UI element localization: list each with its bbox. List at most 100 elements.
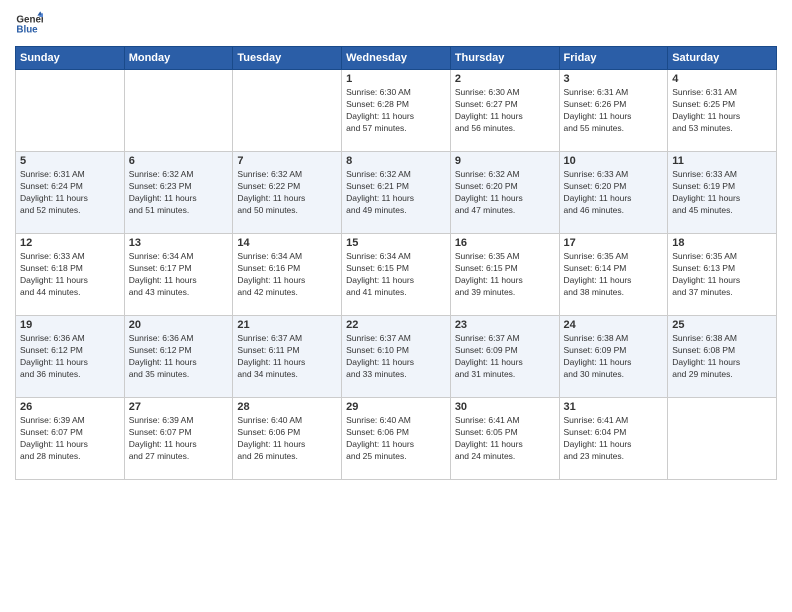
calendar-cell: 13Sunrise: 6:34 AM Sunset: 6:17 PM Dayli… — [124, 234, 233, 316]
header-day-monday: Monday — [124, 47, 233, 70]
day-number: 26 — [20, 401, 120, 413]
day-info: Sunrise: 6:38 AM Sunset: 6:09 PM Dayligh… — [564, 333, 664, 381]
day-number: 11 — [672, 155, 772, 167]
logo-icon: General Blue — [15, 10, 43, 38]
calendar-cell: 21 Sunrise: 6:37 AM Sunset: 6:11 PM Dayli… — [233, 316, 342, 398]
day-number: 23 — [455, 319, 555, 331]
day-info: Sunrise: 6:36 AM Sunset: 6:12 PM Dayligh… — [129, 333, 229, 381]
calendar-cell: 26Sunrise: 6:39 AM Sunset: 6:07 PM Dayli… — [16, 398, 125, 480]
day-number: 16 — [455, 237, 555, 249]
day-number: 8 — [346, 155, 446, 167]
day-info: Sunrise: 6:35 AM Sunset: 6:15 PM Dayligh… — [455, 251, 555, 299]
header-day-friday: Friday — [559, 47, 668, 70]
day-info: Sunrise: 6:37 AM Sunset: 6:09 PM Dayligh… — [455, 333, 555, 381]
day-number: 1 — [346, 73, 446, 85]
calendar-cell — [16, 70, 125, 152]
day-info: Sunrise: 6:31 AM Sunset: 6:25 PM Dayligh… — [672, 87, 772, 135]
day-info: Sunrise: 6:32 AM Sunset: 6:22 PM Dayligh… — [237, 169, 337, 217]
day-number: 12 — [20, 237, 120, 249]
day-number: 6 — [129, 155, 229, 167]
day-info: Sunrise: 6:31 AM Sunset: 6:24 PM Dayligh… — [20, 169, 120, 217]
day-info: Sunrise: 6:30 AM Sunset: 6:28 PM Dayligh… — [346, 87, 446, 135]
day-info: Sunrise: 6:33 AM Sunset: 6:20 PM Dayligh… — [564, 169, 664, 217]
day-info: Sunrise: 6:34 AM Sunset: 6:16 PM Dayligh… — [237, 251, 337, 299]
calendar-cell: 28 Sunrise: 6:40 AM Sunset: 6:06 PM Dayli… — [233, 398, 342, 480]
day-info: Sunrise: 6:33 AM Sunset: 6:19 PM Dayligh… — [672, 169, 772, 217]
header-day-saturday: Saturday — [668, 47, 777, 70]
day-info: Sunrise: 6:35 AM Sunset: 6:13 PM Dayligh… — [672, 251, 772, 299]
day-info: Sunrise: 6:40 AM Sunset: 6:06 PM Dayligh… — [237, 415, 337, 463]
day-number: 14 — [237, 237, 337, 249]
header-day-tuesday: Tuesday — [233, 47, 342, 70]
calendar-cell: 25 Sunrise: 6:38 AM Sunset: 6:08 PM Dayli… — [668, 316, 777, 398]
day-number: 10 — [564, 155, 664, 167]
day-number: 17 — [564, 237, 664, 249]
calendar-cell: 6 Sunrise: 6:32 AM Sunset: 6:23 PM Daylig… — [124, 152, 233, 234]
day-number: 22 — [346, 319, 446, 331]
calendar-cell: 5 Sunrise: 6:31 AM Sunset: 6:24 PM Daylig… — [16, 152, 125, 234]
day-info: Sunrise: 6:35 AM Sunset: 6:14 PM Dayligh… — [564, 251, 664, 299]
day-number: 20 — [129, 319, 229, 331]
day-number: 30 — [455, 401, 555, 413]
day-info: Sunrise: 6:36 AM Sunset: 6:12 PM Dayligh… — [20, 333, 120, 381]
calendar-cell: 7 Sunrise: 6:32 AM Sunset: 6:22 PM Daylig… — [233, 152, 342, 234]
week-row-1: 1 Sunrise: 6:30 AM Sunset: 6:28 PM Daylig… — [16, 70, 777, 152]
day-number: 18 — [672, 237, 772, 249]
calendar-cell: 9Sunrise: 6:32 AM Sunset: 6:20 PM Daylig… — [450, 152, 559, 234]
day-info: Sunrise: 6:32 AM Sunset: 6:21 PM Dayligh… — [346, 169, 446, 217]
calendar-cell — [233, 70, 342, 152]
day-number: 31 — [564, 401, 664, 413]
calendar-cell: 8 Sunrise: 6:32 AM Sunset: 6:21 PM Daylig… — [342, 152, 451, 234]
day-number: 29 — [346, 401, 446, 413]
day-number: 27 — [129, 401, 229, 413]
calendar-cell: 23 Sunrise: 6:37 AM Sunset: 6:09 PM Dayli… — [450, 316, 559, 398]
calendar-cell: 10 Sunrise: 6:33 AM Sunset: 6:20 PM Dayli… — [559, 152, 668, 234]
day-info: Sunrise: 6:41 AM Sunset: 6:05 PM Dayligh… — [455, 415, 555, 463]
calendar-cell: 18 Sunrise: 6:35 AM Sunset: 6:13 PM Dayli… — [668, 234, 777, 316]
day-number: 4 — [672, 73, 772, 85]
calendar-cell: 19 Sunrise: 6:36 AM Sunset: 6:12 PM Dayli… — [16, 316, 125, 398]
day-info: Sunrise: 6:32 AM Sunset: 6:23 PM Dayligh… — [129, 169, 229, 217]
calendar-cell: 2 Sunrise: 6:30 AM Sunset: 6:27 PM Daylig… — [450, 70, 559, 152]
calendar-cell: 24 Sunrise: 6:38 AM Sunset: 6:09 PM Dayli… — [559, 316, 668, 398]
day-info: Sunrise: 6:34 AM Sunset: 6:17 PM Dayligh… — [129, 251, 229, 299]
day-number: 28 — [237, 401, 337, 413]
week-row-5: 26Sunrise: 6:39 AM Sunset: 6:07 PM Dayli… — [16, 398, 777, 480]
calendar-cell: 27Sunrise: 6:39 AM Sunset: 6:07 PM Dayli… — [124, 398, 233, 480]
header-row: SundayMondayTuesdayWednesdayThursdayFrid… — [16, 47, 777, 70]
day-info: Sunrise: 6:37 AM Sunset: 6:10 PM Dayligh… — [346, 333, 446, 381]
calendar-cell: 15 Sunrise: 6:34 AM Sunset: 6:15 PM Dayli… — [342, 234, 451, 316]
day-info: Sunrise: 6:38 AM Sunset: 6:08 PM Dayligh… — [672, 333, 772, 381]
day-info: Sunrise: 6:37 AM Sunset: 6:11 PM Dayligh… — [237, 333, 337, 381]
calendar-cell: 1 Sunrise: 6:30 AM Sunset: 6:28 PM Daylig… — [342, 70, 451, 152]
header-day-sunday: Sunday — [16, 47, 125, 70]
calendar-table: SundayMondayTuesdayWednesdayThursdayFrid… — [15, 46, 777, 480]
calendar-cell — [668, 398, 777, 480]
day-info: Sunrise: 6:34 AM Sunset: 6:15 PM Dayligh… — [346, 251, 446, 299]
calendar-cell: 14 Sunrise: 6:34 AM Sunset: 6:16 PM Dayli… — [233, 234, 342, 316]
day-info: Sunrise: 6:41 AM Sunset: 6:04 PM Dayligh… — [564, 415, 664, 463]
week-row-4: 19 Sunrise: 6:36 AM Sunset: 6:12 PM Dayli… — [16, 316, 777, 398]
day-number: 7 — [237, 155, 337, 167]
header: General Blue — [15, 10, 777, 38]
day-number: 19 — [20, 319, 120, 331]
day-number: 15 — [346, 237, 446, 249]
day-number: 25 — [672, 319, 772, 331]
calendar-cell: 12 Sunrise: 6:33 AM Sunset: 6:18 PM Dayli… — [16, 234, 125, 316]
week-row-2: 5 Sunrise: 6:31 AM Sunset: 6:24 PM Daylig… — [16, 152, 777, 234]
day-number: 21 — [237, 319, 337, 331]
day-info: Sunrise: 6:33 AM Sunset: 6:18 PM Dayligh… — [20, 251, 120, 299]
day-number: 5 — [20, 155, 120, 167]
day-number: 3 — [564, 73, 664, 85]
day-info: Sunrise: 6:30 AM Sunset: 6:27 PM Dayligh… — [455, 87, 555, 135]
calendar-cell: 4 Sunrise: 6:31 AM Sunset: 6:25 PM Daylig… — [668, 70, 777, 152]
day-number: 24 — [564, 319, 664, 331]
week-row-3: 12 Sunrise: 6:33 AM Sunset: 6:18 PM Dayli… — [16, 234, 777, 316]
day-info: Sunrise: 6:31 AM Sunset: 6:26 PM Dayligh… — [564, 87, 664, 135]
page: General Blue SundayMondayTuesdayWednesda… — [0, 0, 792, 612]
day-number: 2 — [455, 73, 555, 85]
calendar-cell — [124, 70, 233, 152]
header-day-wednesday: Wednesday — [342, 47, 451, 70]
calendar-cell: 3 Sunrise: 6:31 AM Sunset: 6:26 PM Daylig… — [559, 70, 668, 152]
day-info: Sunrise: 6:32 AM Sunset: 6:20 PM Dayligh… — [455, 169, 555, 217]
